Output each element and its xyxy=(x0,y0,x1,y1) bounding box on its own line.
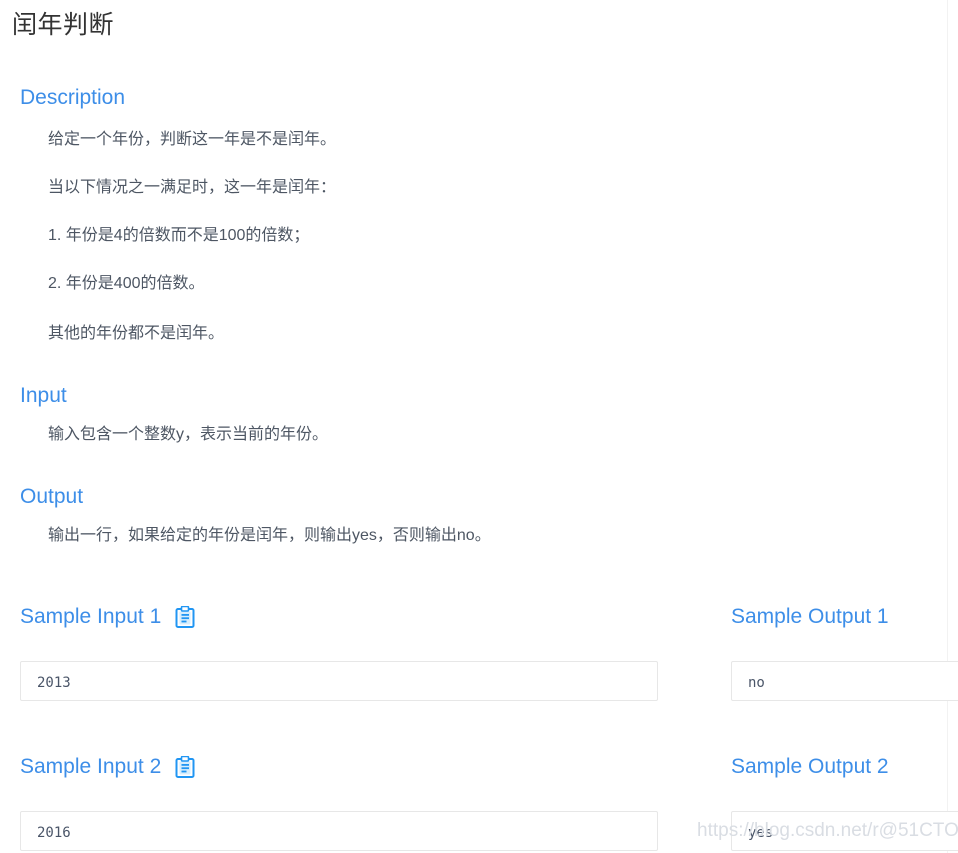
section-heading-input: Input xyxy=(20,384,67,407)
problem-page: 闰年判断 Description 给定一个年份，判断这一年是不是闰年。 当以下情… xyxy=(0,0,958,853)
sample-input-2-heading: Sample Input 2 xyxy=(20,753,195,781)
sample-output-1-label: Sample Output 1 xyxy=(731,605,889,628)
sample-input-2-label: Sample Input 2 xyxy=(20,755,162,778)
sample-input-1-heading: Sample Input 1 xyxy=(20,603,195,631)
sample-input-1-label: Sample Input 1 xyxy=(20,605,162,628)
page-title: 闰年判断 xyxy=(12,11,115,39)
section-heading-output: Output xyxy=(20,485,84,508)
sample-output-2-box[interactable]: yes xyxy=(731,811,958,851)
sample-input-2-box[interactable]: 2016 xyxy=(20,811,658,851)
sample-input-1-value: 2013 xyxy=(37,675,71,691)
sample-output-1-value: no xyxy=(748,675,765,691)
description-line-3: 其他的年份都不是闰年。 xyxy=(48,325,225,342)
description-line-1: 给定一个年份，判断这一年是不是闰年。 xyxy=(48,131,337,148)
sample-input-2-value: 2016 xyxy=(37,825,71,841)
input-description-line: 输入包含一个整数y，表示当前的年份。 xyxy=(48,426,329,443)
output-description-line: 输出一行，如果给定的年份是闰年，则输出yes，否则输出no。 xyxy=(48,527,491,544)
clipboard-copy-icon[interactable] xyxy=(175,605,195,628)
sample-output-2-heading: Sample Output 2 xyxy=(731,753,889,781)
sample-output-1-heading: Sample Output 1 xyxy=(731,603,889,631)
sample-output-2-label: Sample Output 2 xyxy=(731,755,889,778)
sample-output-1-box[interactable]: no xyxy=(731,661,958,701)
content-column-divider xyxy=(947,0,948,853)
sample-output-2-value: yes xyxy=(748,825,774,841)
description-list-item-1: 1. 年份是4的倍数而不是100的倍数； xyxy=(48,227,310,244)
description-line-2: 当以下情况之一满足时，这一年是闰年： xyxy=(48,179,337,196)
description-list-item-2: 2. 年份是400的倍数。 xyxy=(48,275,205,292)
section-heading-description: Description xyxy=(20,86,126,109)
clipboard-copy-icon[interactable] xyxy=(175,755,195,778)
sample-input-1-box[interactable]: 2013 xyxy=(20,661,658,701)
